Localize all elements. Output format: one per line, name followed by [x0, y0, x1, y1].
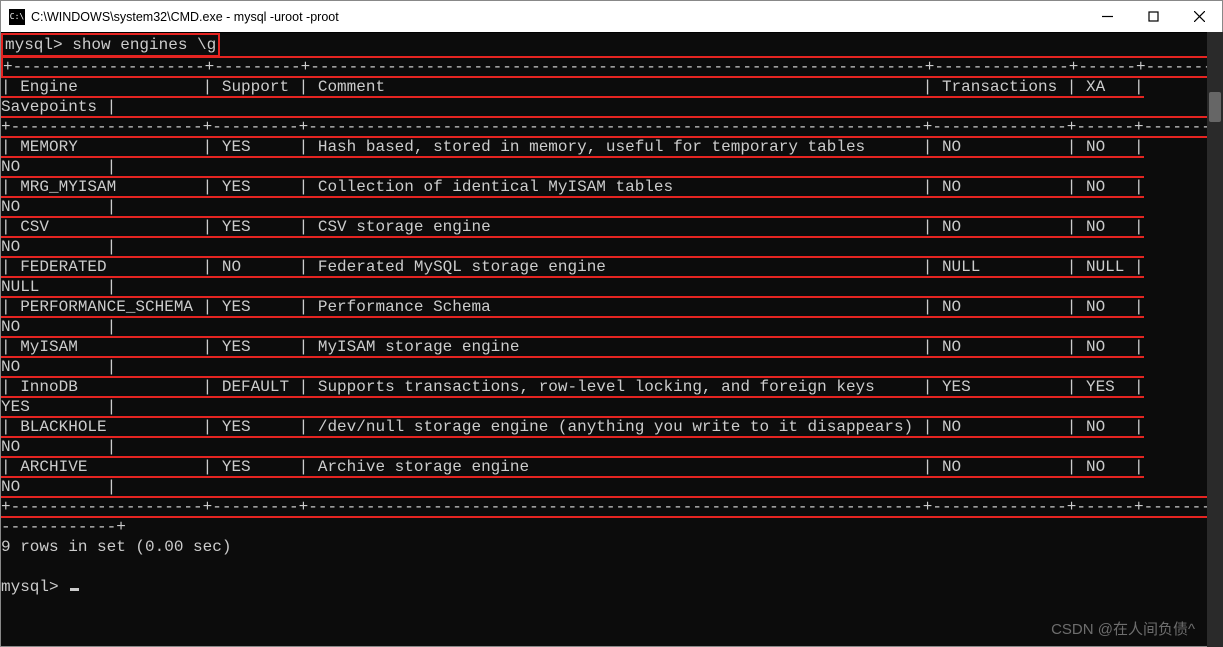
- cursor: [70, 588, 79, 591]
- window-title: C:\WINDOWS\system32\CMD.exe - mysql -uro…: [31, 10, 1084, 24]
- cmd-window: C:\ C:\WINDOWS\system32\CMD.exe - mysql …: [0, 0, 1223, 647]
- table-highlight: +--------------------+---------+--------…: [1, 56, 1222, 518]
- titlebar[interactable]: C:\ C:\WINDOWS\system32\CMD.exe - mysql …: [1, 1, 1222, 33]
- command-highlight: mysql> show engines \g: [1, 33, 220, 57]
- terminal-output[interactable]: mysql> show engines \g +----------------…: [1, 33, 1222, 646]
- maximize-button[interactable]: [1130, 1, 1176, 32]
- cmd-icon: C:\: [9, 9, 25, 25]
- minimize-button[interactable]: [1084, 1, 1130, 32]
- scrollbar-thumb[interactable]: [1209, 92, 1221, 122]
- watermark: CSDN @在人间负债^: [1051, 618, 1195, 639]
- scrollbar[interactable]: [1207, 32, 1223, 647]
- close-button[interactable]: [1176, 1, 1222, 32]
